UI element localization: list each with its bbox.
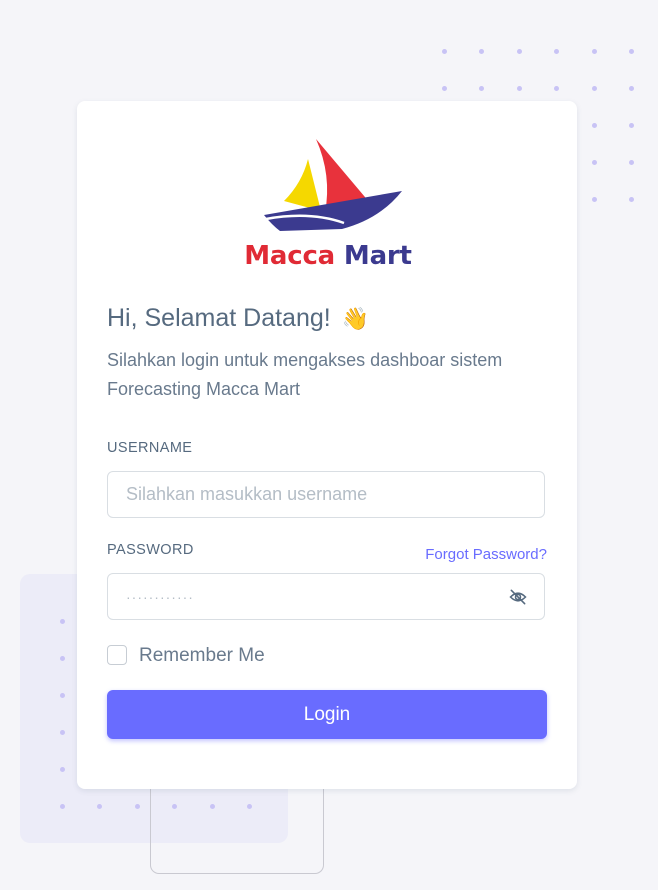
decorative-dot [60, 619, 65, 624]
decorative-dot [628, 86, 634, 91]
decorative-dot [246, 804, 252, 809]
decorative-dot [60, 767, 65, 772]
brand-logo: Macca Mart [240, 137, 416, 277]
waving-hand-icon: 👋 [341, 306, 370, 331]
decorative-dot [628, 123, 634, 128]
decorative-dot [628, 197, 634, 202]
decorative-dot [591, 197, 597, 202]
username-label: USERNAME [107, 440, 193, 456]
decorative-dot [516, 49, 522, 54]
ship-logo-icon [264, 139, 402, 231]
decorative-dot [591, 49, 597, 54]
decorative-dot [97, 804, 103, 809]
login-card: Macca Mart Hi, Selamat Datang! 👋 Silahka… [77, 101, 577, 789]
login-button[interactable]: Login [107, 690, 547, 739]
decorative-dot [60, 656, 65, 661]
username-input[interactable] [107, 471, 545, 518]
page-subtitle: Silahkan login untuk mengakses dashboar … [107, 350, 503, 399]
decorative-dot [591, 160, 597, 165]
decorative-dot [60, 730, 65, 735]
password-label: PASSWORD [107, 542, 194, 558]
decorative-dot [60, 693, 65, 698]
eye-off-icon[interactable] [508, 587, 528, 607]
decorative-dot [554, 86, 560, 91]
brand-name-part1: Macca [244, 241, 336, 271]
page-title: Hi, Selamat Datang! 👋 [107, 304, 369, 333]
decorative-dot [172, 804, 178, 809]
decorative-dot [209, 804, 215, 809]
decorative-dot [442, 86, 447, 91]
decorative-dot [479, 86, 485, 91]
brand-wordmark: Macca Mart [240, 241, 416, 271]
decorative-dot [442, 49, 447, 54]
decorative-dot [134, 804, 140, 809]
decorative-dot [591, 86, 597, 91]
remember-me-label[interactable]: Remember Me [139, 645, 265, 667]
brand-name-part2: Mart [343, 241, 412, 271]
remember-me-checkbox[interactable] [107, 645, 127, 665]
forgot-password-link[interactable]: Forgot Password? [425, 546, 547, 563]
password-input[interactable] [107, 573, 545, 620]
decorative-dot [628, 160, 634, 165]
decorative-dot [554, 49, 560, 54]
decorative-dot [591, 123, 597, 128]
decorative-dot [479, 49, 485, 54]
decorative-dot [628, 49, 634, 54]
decorative-dot [60, 804, 65, 809]
page-title-text: Hi, Selamat Datang! [107, 304, 331, 332]
decorative-dot [516, 86, 522, 91]
